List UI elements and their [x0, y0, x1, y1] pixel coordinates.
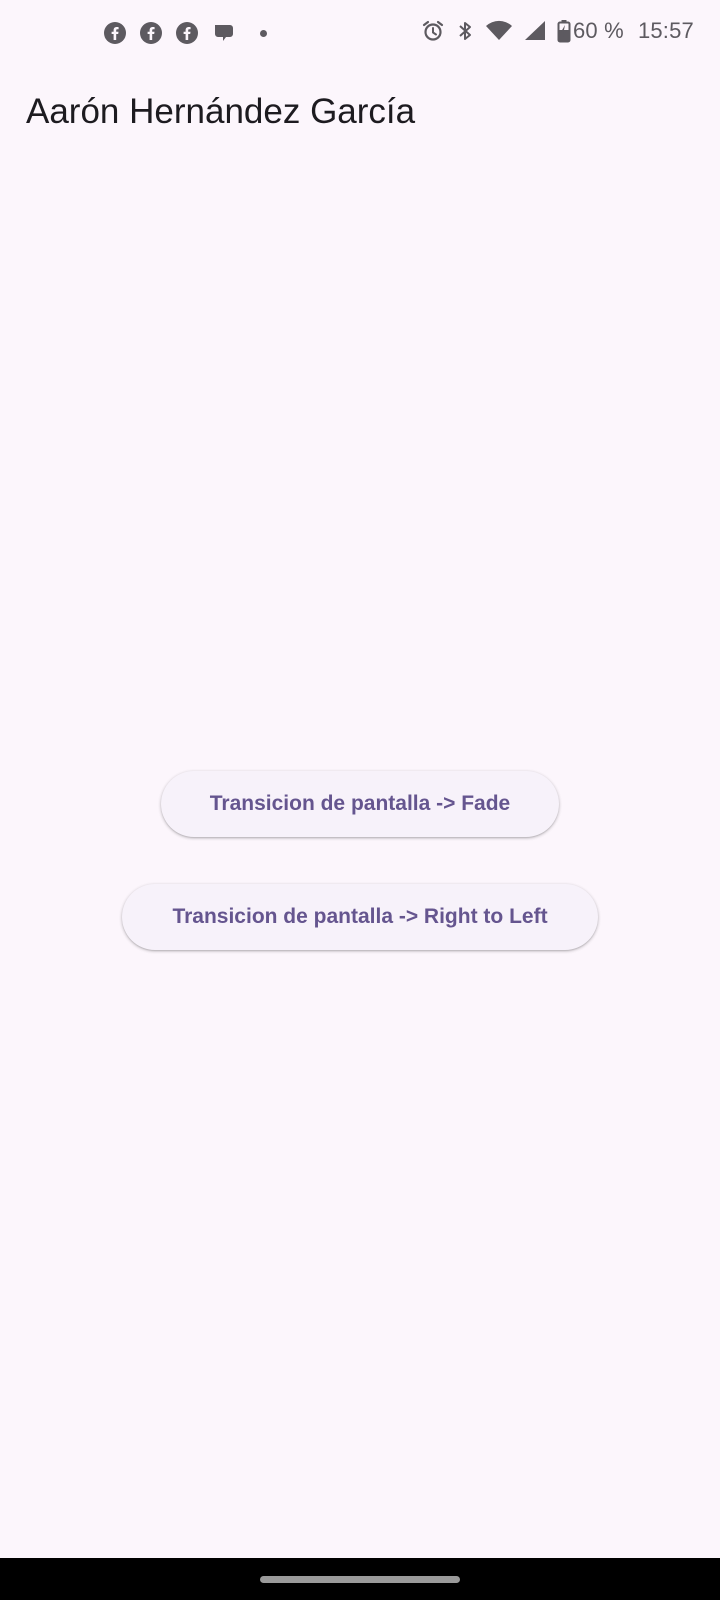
right-to-left-transition-button[interactable]: Transicion de pantalla -> Right to Left: [122, 884, 598, 950]
fade-transition-button[interactable]: Transicion de pantalla -> Fade: [161, 771, 559, 837]
facebook-icon: [104, 22, 126, 44]
system-status-icons: 60 % 15:57: [421, 18, 694, 44]
wifi-icon: [485, 19, 513, 43]
bluetooth-icon: [455, 19, 475, 43]
chat-bubble-icon: [212, 22, 236, 44]
status-bar: 60 % 15:57: [0, 0, 720, 70]
battery-percentage: 60 %: [572, 18, 624, 43]
system-navigation-bar: [0, 1558, 720, 1600]
cell-signal-icon: [523, 19, 547, 43]
more-notifications-dot: [260, 29, 267, 37]
facebook-icon: [176, 22, 198, 44]
status-clock: 15:57: [637, 18, 694, 43]
battery-charging-icon: [557, 19, 571, 43]
gesture-handle[interactable]: [260, 1576, 460, 1583]
notification-icons: [104, 22, 267, 44]
facebook-icon: [140, 22, 162, 44]
battery-indicator: 60 %: [557, 18, 624, 44]
page-title: Aarón Hernández García: [26, 92, 416, 131]
alarm-icon: [421, 19, 445, 43]
